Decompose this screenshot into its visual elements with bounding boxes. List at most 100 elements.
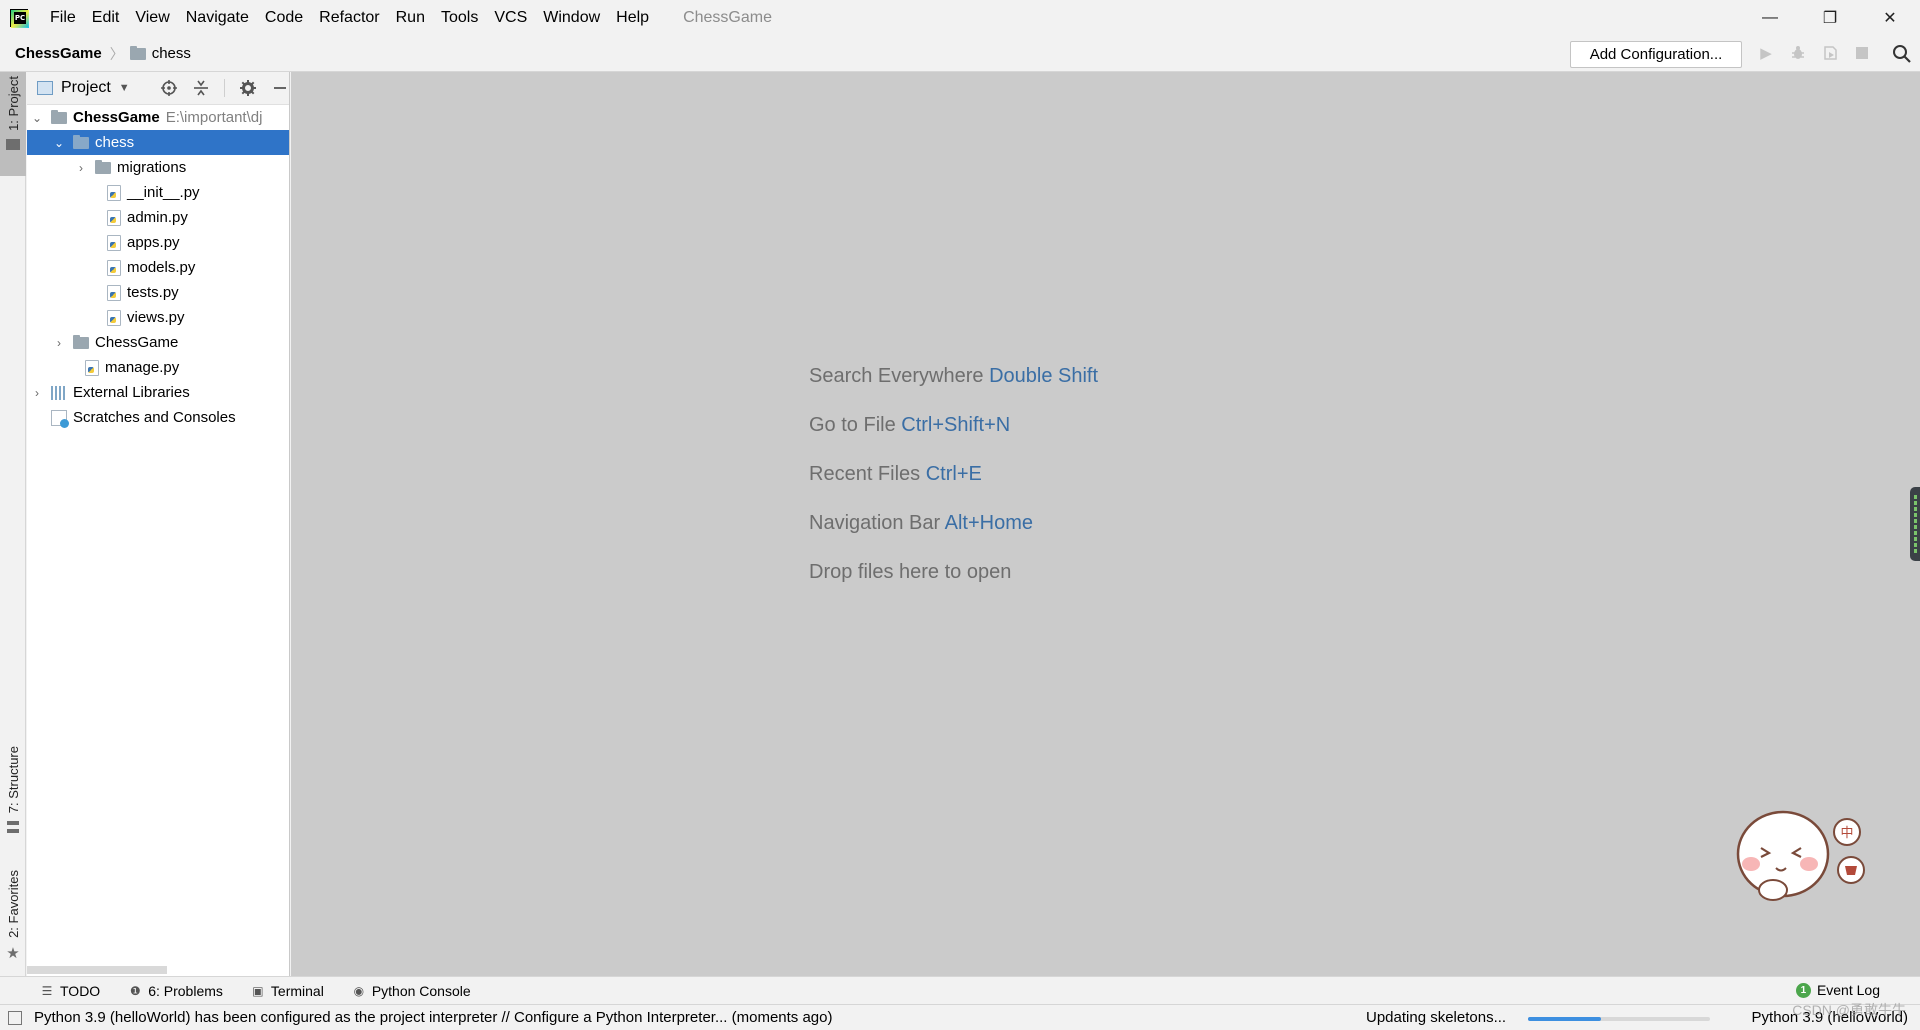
toggle-tool-windows-icon[interactable] [8,1010,22,1025]
structure-icon [7,821,19,834]
window-title: ChessGame [683,9,772,26]
menu-navigate[interactable]: Navigate [178,0,257,36]
menu-refactor[interactable]: Refactor [311,0,387,36]
tree-item-tests[interactable]: tests.py [27,280,289,305]
menu-file[interactable]: File [42,0,84,36]
tab-problems[interactable]: ❶ 6: Problems [128,983,223,999]
hint-text: Go to File [809,414,896,436]
status-message[interactable]: Python 3.9 (helloWorld) has been configu… [34,1009,833,1026]
stop-icon[interactable] [1851,42,1873,64]
debug-icon[interactable] [1787,42,1809,64]
project-panel-header: Project ▼ [27,72,289,105]
list-icon: ☰ [41,983,53,998]
hint-navigation-bar: Navigation Bar Alt+Home [809,509,1098,558]
scratches-icon [51,409,69,428]
terminal-icon: ▣ [252,983,264,998]
chevron-down-icon[interactable]: ▼ [119,82,130,94]
tab-favorites-label: 2: Favorites [5,870,21,938]
tree-item-chessgame-package[interactable]: › ChessGame [27,330,289,355]
breadcrumb-folder[interactable]: chess [152,45,191,62]
tab-favorites[interactable]: 2: Favorites ★ [0,866,26,966]
tree-item-apps[interactable]: apps.py [27,230,289,255]
menu-run[interactable]: Run [388,0,433,36]
menu-code[interactable]: Code [257,0,311,36]
hint-shortcut: Double Shift [989,365,1099,387]
tab-todo[interactable]: ☰ TODO [40,982,101,999]
chevron-right-icon[interactable]: › [73,161,89,175]
tab-terminal[interactable]: ▣ Terminal [251,983,324,999]
progress-bar[interactable] [1528,1017,1710,1021]
tree-item-root[interactable]: ⌄ ChessGame E:\important\dj [27,105,289,130]
python-icon: ◉ [353,983,365,998]
tree-item-scratches[interactable]: Scratches and Consoles [27,405,289,430]
star-icon: ★ [6,944,20,962]
tab-project[interactable]: 1: Project [0,72,26,176]
hint-text: Search Everywhere [809,365,984,387]
project-tree: ⌄ ChessGame E:\important\dj ⌄ chess › mi… [27,105,289,430]
side-widget-handle[interactable] [1910,487,1920,561]
event-log-button[interactable]: 1 Event Log [1795,982,1880,998]
hint-search-everywhere: Search Everywhere Double Shift [809,362,1098,411]
menu-view[interactable]: View [127,0,177,36]
svg-text:中: 中 [1840,826,1853,841]
tree-item-models[interactable]: models.py [27,255,289,280]
chevron-down-icon[interactable]: ⌄ [51,136,67,150]
run-icon[interactable]: ▶ [1755,42,1777,64]
horizontal-scrollbar[interactable] [27,966,167,974]
package-folder-icon [73,134,89,149]
tree-item-manage[interactable]: manage.py [27,355,289,380]
hint-shortcut: Ctrl+Shift+N [901,414,1011,436]
progress-fill [1528,1017,1601,1021]
breadcrumb-separator: 〉 [109,45,124,62]
tab-todo-label: TODO [60,982,101,999]
tree-item-label: chess [95,134,135,151]
tree-item-admin[interactable]: admin.py [27,205,289,230]
close-button[interactable]: ✕ [1860,0,1920,36]
tree-item-chess[interactable]: ⌄ chess [27,130,289,155]
locate-file-icon[interactable] [160,79,178,97]
tree-item-external-libraries[interactable]: › External Libraries [27,380,289,405]
editor-empty-area[interactable]: Search Everywhere Double Shift Go to Fil… [291,72,1920,976]
menu-help[interactable]: Help [608,0,657,36]
search-everywhere-icon[interactable] [1892,44,1912,64]
menu-edit[interactable]: Edit [84,0,128,36]
tree-item-label: migrations [117,159,187,176]
mascot-sticker-icon: 中 [1736,810,1865,901]
python-file-icon [107,209,121,226]
tab-python-console-label: Python Console [371,982,471,999]
menu-tools[interactable]: Tools [433,0,486,36]
restore-button[interactable]: ❐ [1800,0,1860,36]
gear-icon[interactable] [239,79,257,97]
tree-item-migrations[interactable]: › migrations [27,155,289,180]
tree-item-init[interactable]: __init__.py [27,180,289,205]
hint-text: Recent Files [809,463,921,485]
tree-item-label: tests.py [127,284,179,301]
collapse-all-icon[interactable] [192,79,210,97]
tree-item-label: views.py [127,309,185,326]
tab-structure[interactable]: 7: Structure [0,742,26,842]
event-count-badge: 1 [1795,982,1811,998]
bottom-tool-bar: ☰ TODO ❶ 6: Problems ▣ Terminal ◉ Python… [0,976,1920,1004]
tree-item-path: E:\important\dj [165,109,263,126]
python-file-icon [107,259,121,276]
add-configuration-button[interactable]: Add Configuration... [1570,41,1742,68]
breadcrumb: ChessGame 〉 chess [0,44,191,64]
python-file-icon [107,184,121,201]
hide-panel-icon[interactable] [271,79,289,97]
breadcrumb-project[interactable]: ChessGame [15,45,102,62]
navigation-bar: ChessGame 〉 chess Add Configuration... ▶ [0,36,1920,72]
project-view-selector[interactable]: Project [61,79,111,97]
warning-icon: ❶ [129,983,141,998]
chevron-down-icon[interactable]: ⌄ [29,111,45,125]
tab-python-console[interactable]: ◉ Python Console [352,983,471,999]
status-bar: Python 3.9 (helloWorld) has been configu… [0,1004,1920,1030]
tree-item-views[interactable]: views.py [27,305,289,330]
python-file-icon [107,309,121,326]
coverage-icon[interactable] [1819,42,1841,64]
chevron-right-icon[interactable]: › [51,336,67,350]
menu-vcs[interactable]: VCS [486,0,535,36]
minimize-button[interactable]: — [1740,0,1800,36]
menu-window[interactable]: Window [535,0,608,36]
tab-structure-label: 7: Structure [5,746,21,814]
chevron-right-icon[interactable]: › [29,386,45,400]
